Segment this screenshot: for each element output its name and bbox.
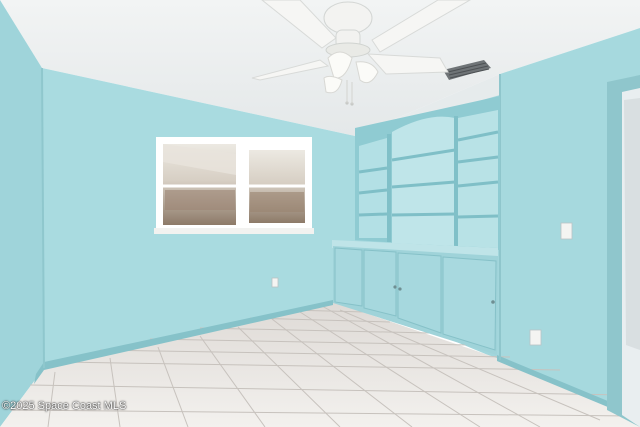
watermark-text: ©2025 Space Coast MLS — [2, 400, 127, 412]
outlet-back-wall — [271, 277, 279, 288]
light-switch — [560, 222, 573, 240]
doorway — [607, 75, 640, 427]
room-scene — [0, 0, 640, 427]
left-wall — [0, 0, 44, 427]
outlet-right-wall — [529, 329, 542, 346]
window — [154, 137, 314, 234]
room-photo: ©2025 Space Coast MLS — [0, 0, 640, 427]
